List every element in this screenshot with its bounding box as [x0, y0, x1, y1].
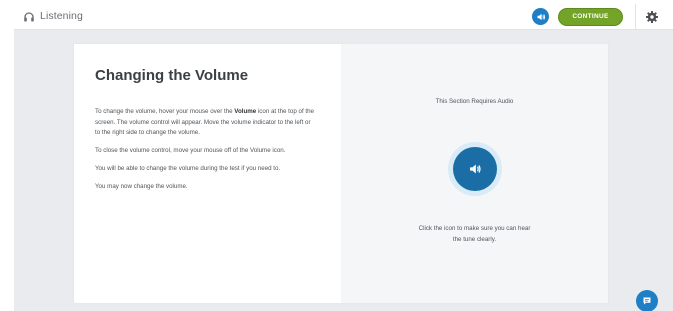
page-title: Changing the Volume — [95, 67, 249, 84]
volume-emphasis: Volume — [234, 108, 257, 115]
instruction-paragraph: To close the volume control, move your m… — [95, 147, 286, 154]
instruction-paragraph: To change the volume, hover your mouse o… — [95, 107, 317, 139]
chat-icon — [643, 297, 651, 305]
speaker-icon — [470, 164, 481, 174]
instructions-panel: Changing the Volume To change the volume… — [74, 44, 341, 303]
audio-requirement-text: This Section Requires Audio — [435, 98, 514, 105]
play-audio-button[interactable] — [453, 147, 497, 191]
app-window: Listening CONTINUE Changing the Volume T… — [14, 4, 673, 311]
audio-hint: Click the icon to make sure you can hear… — [341, 224, 608, 245]
audio-hint-line: the tune clearly. — [452, 235, 497, 243]
instruction-paragraph: You will be able to change the volume du… — [95, 165, 281, 172]
audio-panel: This Section Requires Audio Click the ic… — [341, 44, 608, 303]
speaker-icon — [537, 13, 545, 20]
section-title: Listening — [40, 10, 83, 22]
audio-hint-line: Click the icon to make sure you can hear — [418, 225, 531, 232]
headphones-icon — [24, 12, 34, 22]
top-bar: Listening CONTINUE — [14, 4, 673, 30]
chat-button[interactable] — [636, 290, 658, 311]
divider — [635, 4, 636, 30]
instruction-text: To change the volume, hover your mouse o… — [95, 108, 235, 115]
continue-button[interactable]: CONTINUE — [558, 7, 623, 26]
volume-button[interactable] — [532, 8, 549, 25]
instruction-paragraph: You may now change the volume. — [95, 183, 188, 190]
content-card: Changing the Volume To change the volume… — [74, 44, 608, 303]
gear-icon[interactable] — [645, 10, 659, 24]
